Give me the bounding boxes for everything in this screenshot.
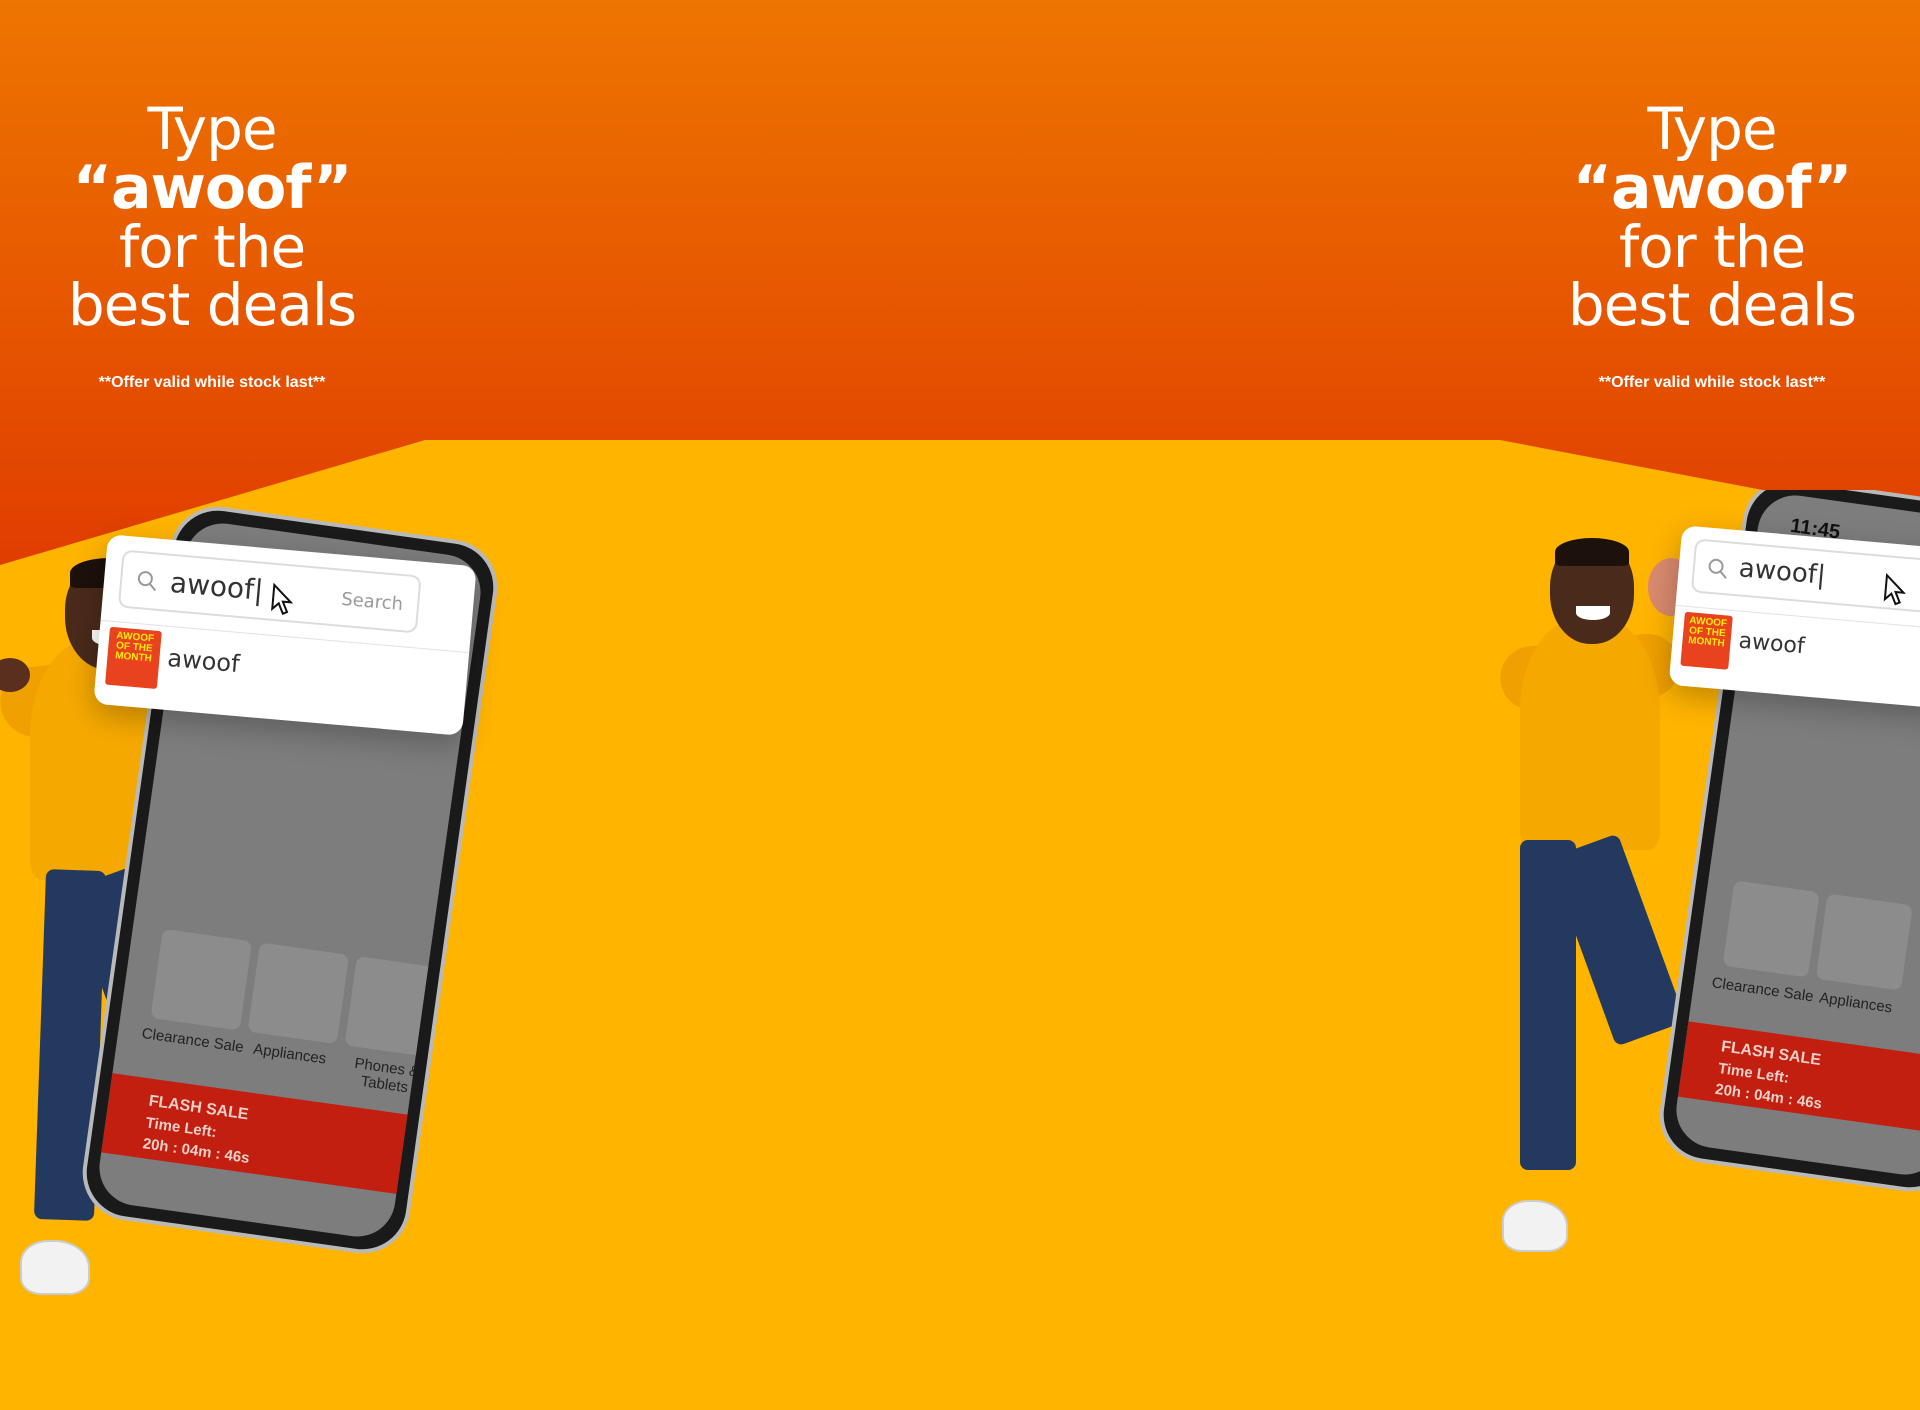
promo-line-for-the: for the — [118, 213, 306, 281]
search-suggestion-card: awoof| Search AWOOF OF THE MONTH awoof — [93, 534, 477, 736]
search-input[interactable]: awoof| — [1690, 538, 1920, 618]
search-query-text: awoof| — [1737, 553, 1827, 591]
cursor-icon — [271, 582, 294, 616]
promo-line-best-deals: best deals — [1567, 271, 1857, 339]
search-query-text: awoof| — [168, 565, 265, 607]
category-tile-appliances — [247, 942, 350, 1045]
search-button[interactable]: Search — [340, 589, 403, 615]
promo-line-for-the: for the — [1618, 213, 1806, 281]
awoof-badge: AWOOF OF THE MONTH — [105, 626, 162, 690]
suggestion-item[interactable]: awoof — [1738, 629, 1806, 660]
category-tile-clearance — [1722, 880, 1820, 978]
sneaker — [1502, 1200, 1568, 1252]
promo-headline-right: Type “awoof” for the best deals **Offer … — [1562, 100, 1862, 392]
sneaker — [20, 1240, 90, 1295]
promo-headline-left: Type “awoof” for the best deals **Offer … — [62, 100, 362, 392]
search-icon — [137, 571, 157, 592]
search-icon — [1708, 558, 1727, 579]
suggestion-item[interactable]: awoof — [166, 644, 240, 678]
search-input[interactable]: awoof| Search — [117, 549, 422, 634]
cursor-icon — [1883, 573, 1907, 606]
flash-sale-banner: FLASH SALE Time Left: 20h : 04m : 46s — [1677, 1021, 1920, 1139]
badge-line-3: MONTH — [114, 650, 153, 665]
promo-line-best-deals: best deals — [67, 271, 357, 339]
category-label-phones: Phones & Tablets — [353, 1054, 421, 1097]
category-label-clearance: Clearance Sale — [1710, 974, 1815, 1006]
promo-note: **Offer valid while stock last** — [98, 374, 326, 391]
awoof-badge: AWOOF OF THE MONTH — [1680, 611, 1733, 670]
category-label-appliances: Appliances — [1818, 989, 1894, 1017]
badge-line-3: MONTH — [1687, 635, 1726, 650]
promo-line-type: Type — [147, 95, 277, 163]
search-suggestion-card: awoof| AWOOF OF THE MONTH awoof — [1668, 525, 1920, 711]
promo-note: **Offer valid while stock last** — [1598, 374, 1826, 391]
category-tile-phones — [344, 956, 447, 1058]
hair — [1555, 538, 1629, 566]
promo-line-type: Type — [1647, 95, 1777, 163]
promo-keyword: “awoof” — [72, 153, 353, 223]
yellow-sweater — [1520, 620, 1660, 850]
promo-keyword: “awoof” — [1572, 153, 1853, 223]
promo-scene-left: 11:45 awoof| Clearance Sale Appliances P… — [0, 500, 600, 1340]
promo-scene-right: 11:45 awoof| Clearance Sale Appliances F… — [1500, 490, 1920, 1310]
category-tile-clearance — [150, 928, 253, 1031]
smile — [1576, 606, 1610, 620]
category-tile-appliances — [1815, 893, 1913, 991]
